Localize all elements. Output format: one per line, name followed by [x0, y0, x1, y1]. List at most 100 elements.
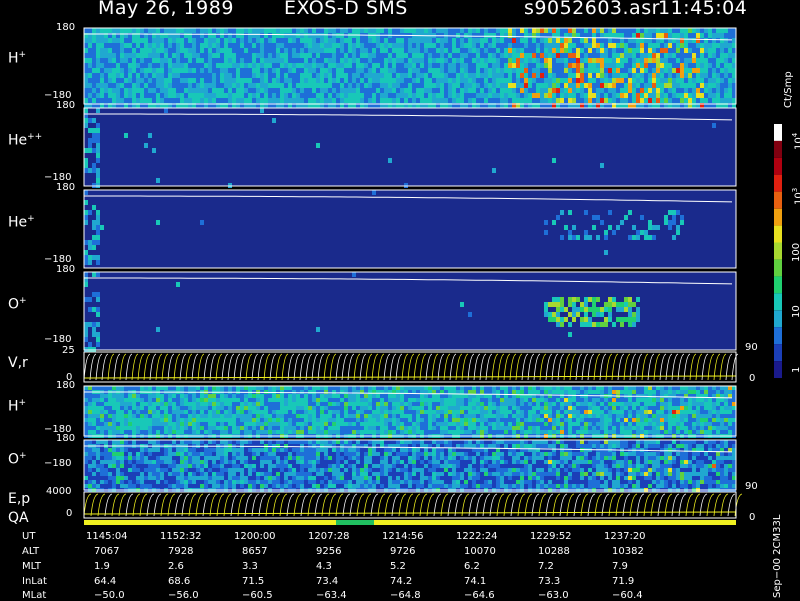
colorbar [774, 124, 782, 378]
footer-cell: 10070 [464, 546, 496, 557]
footer-cell: 7928 [168, 546, 193, 557]
colorbar-tick-1: 1 [791, 367, 800, 373]
panel-3 [84, 190, 736, 268]
colorbar-swatch [774, 310, 782, 327]
tick-ep-min: 0 [66, 508, 72, 519]
footer-cell: 1152:32 [160, 531, 202, 542]
footer-cell: 1145:04 [86, 531, 128, 542]
tick-h-plus-max: 180 [56, 22, 75, 33]
panel-bg [84, 190, 736, 268]
tick-h-plus-2-max: 180 [56, 380, 75, 391]
footer-cell: 71.9 [612, 576, 634, 587]
side-note: Sep−00 2CM33L [772, 515, 783, 598]
colorbar-swatch [774, 158, 782, 175]
spectrogram-cells [84, 28, 736, 108]
header-file: s9052603.asr [524, 0, 660, 19]
footer-cell: 73.4 [316, 576, 338, 587]
colorbar-tick-100: 100 [791, 243, 800, 262]
header-date: May 26, 1989 [98, 0, 234, 19]
footer-row-label: MLT [22, 561, 41, 572]
panel-8 [84, 492, 742, 518]
footer-cell: 8657 [242, 546, 267, 557]
footer-cell: 10382 [612, 546, 644, 557]
footer-cell: 68.6 [168, 576, 190, 587]
footer-cell: 74.1 [464, 576, 486, 587]
footer-row-label: InLat [22, 576, 47, 587]
footer-cell: 64.4 [94, 576, 116, 587]
panel-6 [84, 386, 736, 438]
tick-vr-right-bottom: 0 [749, 373, 755, 384]
colorbar-swatch [774, 124, 782, 141]
footer-cell: 9726 [390, 546, 415, 557]
footer-cell: −60.5 [242, 590, 273, 601]
panel-2 [84, 108, 736, 188]
footer-cell: 73.3 [538, 576, 560, 587]
footer-cell: 2.6 [168, 561, 184, 572]
colorbar-swatch [774, 293, 782, 310]
panel-label-o-plus: O+ [8, 296, 27, 313]
footer-cell: 74.2 [390, 576, 412, 587]
figure-canvas [0, 0, 800, 600]
footer-cell: −64.6 [464, 590, 495, 601]
colorbar-swatch [774, 344, 782, 361]
footer-cell: 1200:00 [234, 531, 276, 542]
colorbar-swatch [774, 243, 782, 260]
footer-cell: 71.5 [242, 576, 264, 587]
colorbar-swatch [774, 175, 782, 192]
panel-4 [84, 272, 736, 352]
colorbar-swatch [774, 327, 782, 344]
footer-cell: 1237:20 [604, 531, 646, 542]
footer-cell: −63.4 [316, 590, 347, 601]
footer-cell: 10288 [538, 546, 570, 557]
footer-cell: 5.2 [390, 561, 406, 572]
tick-ep-max: 4000 [46, 486, 71, 497]
tick-ep-right-top: 90 [745, 481, 758, 492]
footer-cell: 1214:56 [382, 531, 424, 542]
panel-7 [84, 440, 736, 492]
header-time: 11:45:04 [658, 0, 747, 19]
panel-label-he-plus: He+ [8, 214, 35, 231]
panel-5 [84, 352, 738, 382]
qa-mark [336, 520, 374, 525]
colorbar-title: Ct/Smp [783, 71, 794, 108]
panel-label-h-plus: H+ [8, 50, 26, 67]
colorbar-swatch [774, 141, 782, 158]
panel-label-ep: E,p [8, 491, 30, 507]
panel-label-h-plus-2: H+ [8, 398, 26, 415]
panel-label-vr: V,r [8, 355, 28, 371]
tick-o-plus-2-min: −180 [44, 458, 71, 469]
footer-row-label: UT [22, 531, 35, 542]
footer-row-label: ALT [22, 546, 39, 557]
colorbar-swatch [774, 361, 782, 378]
colorbar-swatch [774, 260, 782, 277]
panel-1 [84, 28, 736, 108]
footer-cell: 7067 [94, 546, 119, 557]
footer-cell: 6.2 [464, 561, 480, 572]
footer-cell: −50.0 [94, 590, 125, 601]
colorbar-tick-10000: 104 [791, 133, 800, 150]
colorbar-swatch [774, 192, 782, 209]
qa-bar [84, 520, 736, 525]
colorbar-tick-10: 10 [791, 305, 800, 318]
tick-o-plus-min: −180 [44, 334, 71, 345]
footer-cell: 9256 [316, 546, 341, 557]
tick-ep-right-bottom: 0 [749, 512, 755, 523]
footer-cell: −60.4 [612, 590, 643, 601]
footer-cell: 7.9 [612, 561, 628, 572]
panel-bg [84, 108, 736, 186]
tick-vr-right-top: 90 [745, 342, 758, 353]
tick-o-plus-max: 180 [56, 264, 75, 275]
tick-he-plus-max: 180 [56, 182, 75, 193]
footer-cell: −63.0 [538, 590, 569, 601]
tick-vr-max: 25 [62, 345, 75, 356]
footer-cell: −64.8 [390, 590, 421, 601]
footer-row-label: MLat [22, 590, 46, 601]
panels-group [84, 28, 742, 518]
tick-o-plus-2-max: 180 [56, 433, 75, 444]
footer-cell: −56.0 [168, 590, 199, 601]
colorbar-tick-1000: 103 [791, 188, 800, 205]
footer-cell: 4.3 [316, 561, 332, 572]
colorbar-swatch [774, 226, 782, 243]
colorbar-swatch [774, 276, 782, 293]
panel-label-he-plusplus: He++ [8, 132, 42, 149]
